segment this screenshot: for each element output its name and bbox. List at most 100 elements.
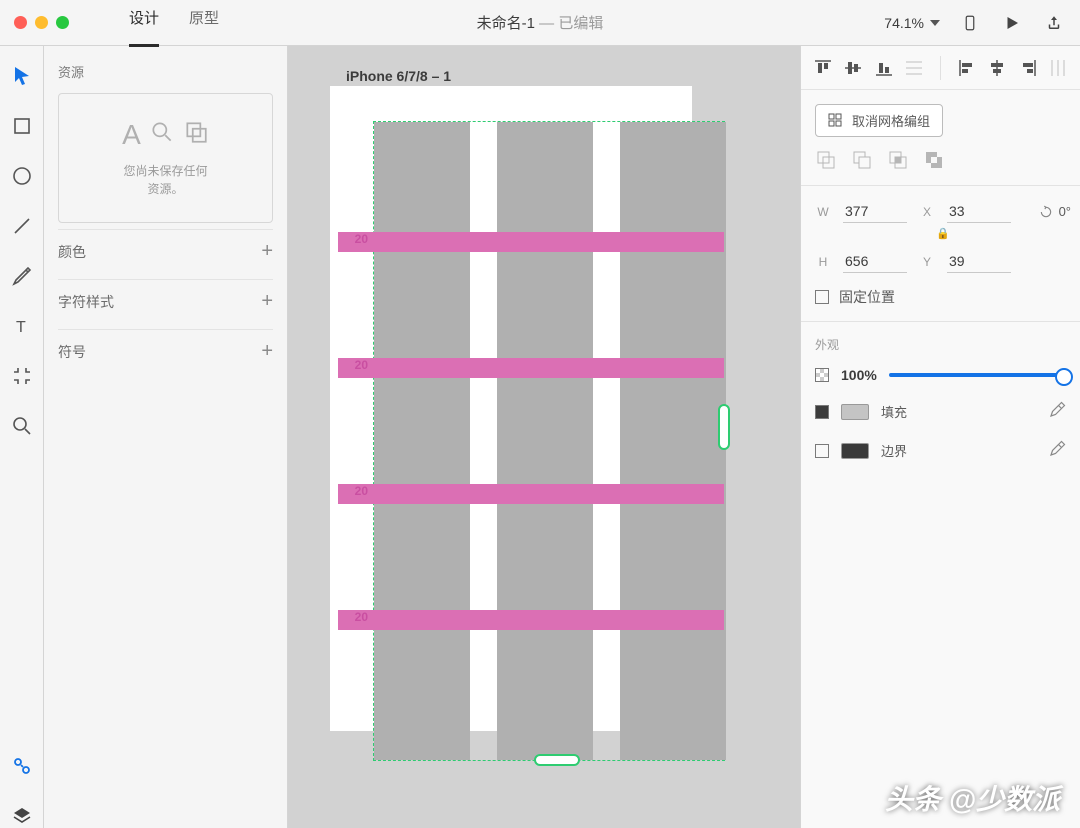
maximize-window-icon[interactable] [56, 16, 69, 29]
assets-panel: 资源 A 您尚未保存任何 资源。 颜色 + 字符样式 + 符号 + [44, 46, 288, 828]
inspector-panel: 取消网格编组 W 377 X 33 0° 🔒 H 656 [800, 46, 1080, 828]
select-tool-icon[interactable] [10, 64, 34, 88]
grid-column [374, 122, 470, 760]
minimize-window-icon[interactable] [35, 16, 48, 29]
width-input[interactable]: 377 [843, 200, 907, 223]
border-label: 边界 [881, 441, 907, 460]
artboard-tool-icon[interactable] [10, 364, 34, 388]
grid-column [620, 122, 726, 760]
boolean-add-icon[interactable] [815, 149, 837, 171]
zoom-dropdown[interactable]: 74.1% [884, 15, 940, 31]
section-char-style[interactable]: 字符样式 + [58, 279, 273, 323]
text-tool-icon[interactable]: T [10, 314, 34, 338]
section-color[interactable]: 颜色 + [58, 229, 273, 273]
rectangle-tool-icon[interactable] [10, 114, 34, 138]
window-traffic-lights [14, 16, 69, 29]
boolean-subtract-icon[interactable] [851, 149, 873, 171]
document-title: 未命名-1 — 已编辑 [477, 12, 604, 33]
y-label: Y [919, 255, 935, 269]
assets-empty-text: 您尚未保存任何 资源。 [123, 162, 207, 198]
grid-row-gap[interactable] [338, 358, 724, 378]
layers-panel-icon[interactable] [10, 804, 34, 828]
pen-tool-icon[interactable] [10, 264, 34, 288]
align-toolbar [801, 46, 1080, 90]
ungroup-grid-label: 取消网格编组 [852, 111, 930, 130]
align-center-icon[interactable] [987, 57, 1007, 79]
doc-name: 未命名-1 [477, 15, 535, 32]
add-char-style-icon[interactable]: + [261, 290, 273, 313]
boolean-intersect-icon[interactable] [887, 149, 909, 171]
ellipse-tool-icon[interactable] [10, 164, 34, 188]
opacity-slider[interactable] [889, 373, 1066, 377]
text-asset-icon: A [122, 119, 141, 152]
x-label: X [919, 205, 935, 219]
line-tool-icon[interactable] [10, 214, 34, 238]
fill-color-swatch[interactable] [841, 404, 869, 420]
border-checkbox[interactable] [815, 444, 829, 458]
tab-design[interactable]: 设计 [129, 7, 159, 38]
height-input[interactable]: 656 [843, 250, 907, 273]
zoom-value: 74.1% [884, 15, 924, 31]
grid-gap-value: 20 [338, 358, 368, 372]
fix-position-row[interactable]: 固定位置 [815, 287, 1066, 307]
grid-resize-handle-bottom[interactable] [534, 754, 580, 766]
align-top-icon[interactable] [813, 57, 833, 79]
align-right-icon[interactable] [1018, 57, 1038, 79]
play-preview-icon[interactable] [1000, 11, 1024, 35]
x-input[interactable]: 33 [947, 200, 1011, 223]
grid-icon [828, 113, 844, 129]
lock-aspect-icon[interactable]: 🔒 [815, 227, 1071, 240]
rotate-icon [1039, 205, 1053, 219]
section-symbol[interactable]: 符号 + [58, 329, 273, 373]
share-icon[interactable] [1042, 11, 1066, 35]
boolean-exclude-icon[interactable] [923, 149, 945, 171]
border-color-swatch[interactable] [841, 443, 869, 459]
canvas[interactable]: iPhone 6/7/8 – 1 20 20 20 20 [288, 46, 800, 828]
grid-resize-handle-right[interactable] [718, 404, 730, 450]
grid-gap-value: 20 [338, 232, 368, 246]
rotation-input[interactable]: 0° [1039, 204, 1071, 219]
mode-tabs: 设计 原型 [129, 7, 219, 38]
repeat-grid-selection[interactable]: 20 20 20 20 [373, 121, 725, 761]
align-middle-icon[interactable] [843, 57, 863, 79]
grid-column [497, 122, 593, 760]
border-row: 边界 [815, 440, 1066, 461]
fill-label: 填充 [881, 402, 907, 421]
assets-panel-icon[interactable] [10, 754, 34, 778]
grid-row-gap[interactable] [338, 484, 724, 504]
close-window-icon[interactable] [14, 16, 27, 29]
fix-position-checkbox[interactable] [815, 290, 829, 304]
appearance-section: 外观 100% 填充 边界 [801, 322, 1080, 475]
align-bottom-icon[interactable] [874, 57, 894, 79]
section-color-label: 颜色 [58, 242, 86, 262]
assets-empty-state: A 您尚未保存任何 资源。 [58, 93, 273, 223]
section-symbol-label: 符号 [58, 342, 86, 362]
tab-prototype[interactable]: 原型 [189, 7, 219, 38]
watermark: 头条 @少数派 [885, 778, 1060, 818]
chevron-down-icon [930, 20, 940, 26]
distribute-v-icon[interactable] [904, 57, 924, 79]
transform-section: W 377 X 33 0° 🔒 H 656 Y 39 固定位置 [801, 186, 1080, 322]
add-symbol-icon[interactable]: + [261, 340, 273, 363]
opacity-value[interactable]: 100% [841, 367, 877, 383]
h-label: H [815, 255, 831, 269]
artboard-name[interactable]: iPhone 6/7/8 – 1 [346, 68, 451, 84]
eyedropper-icon[interactable] [1048, 401, 1066, 422]
doc-state: 已编辑 [558, 15, 603, 32]
distribute-h-icon[interactable] [1048, 57, 1068, 79]
symbol-asset-icon [183, 119, 209, 152]
eyedropper-icon[interactable] [1048, 440, 1066, 461]
align-left-icon[interactable] [957, 57, 977, 79]
ungroup-grid-button[interactable]: 取消网格编组 [815, 104, 943, 137]
y-input[interactable]: 39 [947, 250, 1011, 273]
add-color-icon[interactable]: + [261, 240, 273, 263]
device-preview-icon[interactable] [958, 11, 982, 35]
grid-row-gap[interactable] [338, 610, 724, 630]
zoom-tool-icon[interactable] [10, 414, 34, 438]
rotation-value: 0° [1059, 204, 1071, 219]
search-palette-icon [149, 119, 175, 152]
fix-position-label: 固定位置 [839, 287, 895, 307]
left-toolbar: T [0, 46, 44, 828]
grid-row-gap[interactable] [338, 232, 724, 252]
fill-checkbox[interactable] [815, 405, 829, 419]
